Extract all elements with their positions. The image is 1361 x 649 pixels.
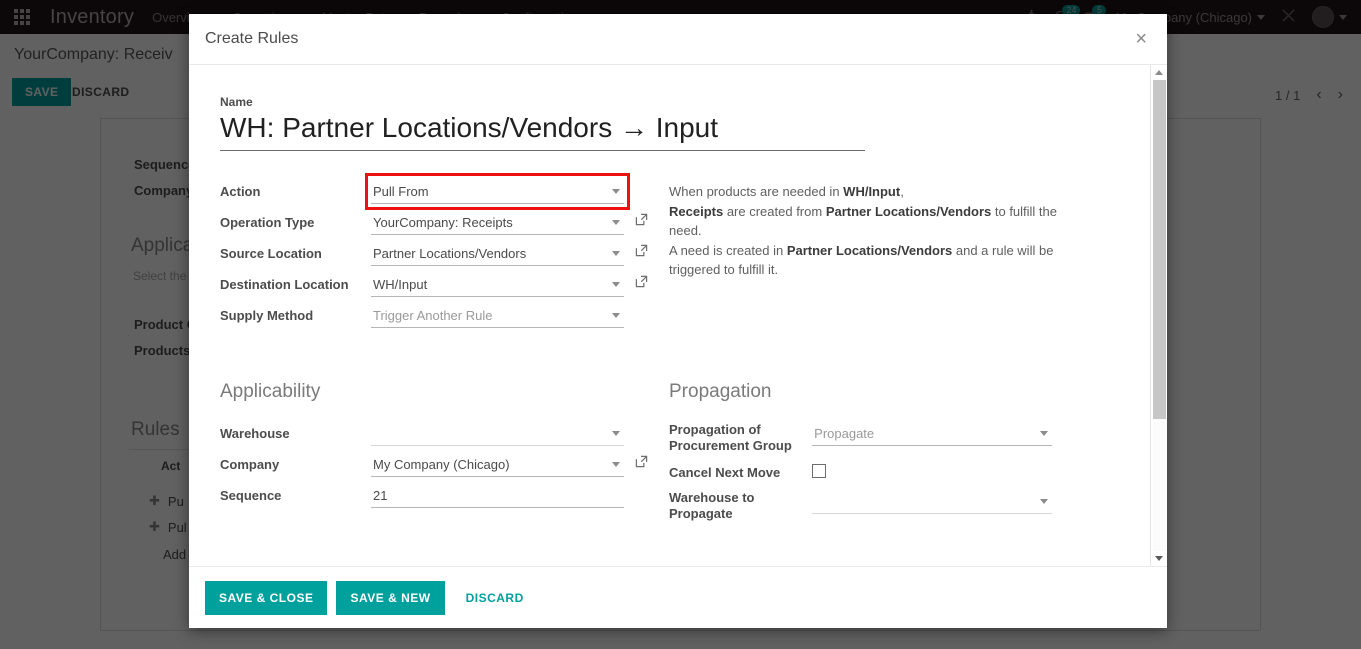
dialog-scrollbar[interactable] <box>1150 65 1167 566</box>
warehouse-to-propagate-select-wrapper <box>812 489 1052 514</box>
company-select[interactable]: My Company (Chicago) <box>371 452 624 477</box>
field-row-source-location: Source Location Partner Locations/Vendor… <box>220 241 648 266</box>
label-operation-type: Operation Type <box>220 215 315 230</box>
label-action: Action <box>220 184 261 199</box>
warehouse-to-propagate-select[interactable] <box>812 489 1052 514</box>
sequence-input-wrapper: 21 <box>371 483 624 508</box>
secondary-sections-row: Applicability Warehouse Company My Compa… <box>220 381 1149 528</box>
name-input[interactable] <box>220 112 865 151</box>
label-company: Company <box>220 457 280 472</box>
operation-type-select[interactable]: YourCompany: Receipts <box>371 210 624 235</box>
scrollbar-track[interactable] <box>1152 80 1166 551</box>
label-destination-location: Destination Location <box>220 277 349 292</box>
label-supply-method: Supply Method <box>220 308 314 323</box>
operation-type-select-wrapper: YourCompany: Receipts <box>371 210 648 235</box>
scroll-down-arrow-icon[interactable] <box>1155 551 1163 566</box>
field-row-operation-type: Operation Type YourCompany: Receipts <box>220 210 648 235</box>
help-line-2: Receipts are created from Partner Locati… <box>669 202 1061 241</box>
help-line-2-mid: are created from <box>723 203 826 219</box>
dialog-body: Name Action Pull From Operation Type <box>189 65 1167 567</box>
rule-help-text: When products are needed in WH/Input, Re… <box>669 179 1061 280</box>
label-warehouse-to-propagate: Warehouse to Propagate <box>669 490 755 521</box>
supply-method-select[interactable]: Trigger Another Rule <box>371 303 624 328</box>
label-source-location: Source Location <box>220 246 322 261</box>
company-select-wrapper: My Company (Chicago) <box>371 452 648 477</box>
source-location-select[interactable]: Partner Locations/Vendors <box>371 241 624 266</box>
label-cancel-next-move: Cancel Next Move <box>669 465 781 480</box>
propagation-group-select-wrapper: Propagate <box>812 421 1052 446</box>
field-row-sequence: Sequence 21 <box>220 483 632 508</box>
source-location-select-wrapper: Partner Locations/Vendors <box>371 241 648 266</box>
chevron-down-icon <box>612 251 620 256</box>
help-line-3-prefix: A need is created in <box>669 242 787 258</box>
external-link-icon[interactable] <box>635 213 648 231</box>
supply-method-select-wrapper: Trigger Another Rule <box>371 303 624 328</box>
chevron-down-icon <box>612 313 620 318</box>
dialog-header: Create Rules × <box>189 14 1167 65</box>
chevron-down-icon <box>612 189 620 194</box>
external-link-icon[interactable] <box>635 275 648 293</box>
external-link-icon[interactable] <box>635 455 648 473</box>
dialog-title: Create Rules <box>205 30 299 47</box>
label-warehouse: Warehouse <box>220 426 290 441</box>
propagation-heading: Propagation <box>669 381 772 402</box>
close-icon[interactable]: × <box>1131 27 1151 51</box>
external-link-icon[interactable] <box>635 244 648 262</box>
chevron-down-icon <box>612 220 620 225</box>
field-row-warehouse-to-propagate: Warehouse to Propagate <box>669 489 1052 522</box>
applicability-heading: Applicability <box>220 381 321 402</box>
label-sequence: Sequence <box>220 488 282 503</box>
destination-location-select[interactable]: WH/Input <box>371 272 624 297</box>
help-line-2-operation: Receipts <box>669 203 724 219</box>
save-and-close-button[interactable]: SAVE & CLOSE <box>205 580 328 615</box>
create-rules-dialog: Create Rules × Name Action Pull From <box>189 14 1167 628</box>
name-label: Name <box>220 95 253 109</box>
help-line-3: A need is created in Partner Locations/V… <box>669 241 1061 280</box>
field-row-cancel-next-move: Cancel Next Move <box>669 460 1052 483</box>
warehouse-select[interactable] <box>371 421 624 446</box>
help-line-1-location: WH/Input <box>843 184 901 199</box>
chevron-down-icon <box>1040 431 1048 436</box>
chevron-down-icon <box>612 282 620 287</box>
dialog-footer: SAVE & CLOSE SAVE & NEW DISCARD <box>189 567 1167 628</box>
cancel-next-move-checkbox[interactable] <box>812 464 827 478</box>
discard-button[interactable]: DISCARD <box>454 581 536 615</box>
field-row-warehouse: Warehouse <box>220 421 632 446</box>
primary-fields-right: When products are needed in WH/Input, Re… <box>632 179 1057 334</box>
help-line-1-suffix: , <box>900 184 904 199</box>
save-and-new-button[interactable]: SAVE & NEW <box>336 580 445 615</box>
scrollbar-thumb[interactable] <box>1152 80 1166 420</box>
chevron-down-icon <box>1040 499 1048 504</box>
help-line-1-prefix: When products are needed in <box>669 184 844 199</box>
applicability-section: Applicability Warehouse Company My Compa… <box>220 381 648 528</box>
chevron-down-icon <box>612 462 620 467</box>
propagation-group-select[interactable]: Propagate <box>812 421 1052 446</box>
warehouse-select-wrapper <box>371 421 624 446</box>
field-row-company: Company My Company (Chicago) <box>220 452 648 477</box>
help-line-3-source: Partner Locations/Vendors <box>786 242 953 258</box>
field-row-action: Action Pull From <box>220 173 632 210</box>
field-row-supply-method: Supply Method Trigger Another Rule <box>220 303 632 328</box>
scroll-up-arrow-icon[interactable] <box>1155 65 1163 80</box>
label-propagation-of-procurement-group: Propagation of Procurement Group <box>669 422 792 453</box>
primary-fields-left: Action Pull From Operation Type YourComp… <box>220 173 648 334</box>
help-line-1: When products are needed in WH/Input, <box>669 182 1061 202</box>
cancel-next-move-wrapper <box>812 460 1052 483</box>
primary-fields-row: Action Pull From Operation Type YourComp… <box>220 173 1149 334</box>
propagation-section: Propagation Propagation of Procurement G… <box>632 381 1052 528</box>
dialog-form: Name Action Pull From Operation Type <box>189 65 1149 566</box>
name-field-group: Name <box>220 95 1149 151</box>
chevron-down-icon <box>612 431 620 436</box>
field-row-destination-location: Destination Location WH/Input <box>220 272 648 297</box>
field-row-propagation-of-procurement-group: Propagation of Procurement Group Propaga… <box>669 421 1052 454</box>
sequence-input[interactable]: 21 <box>371 483 624 508</box>
destination-location-select-wrapper: WH/Input <box>371 272 648 297</box>
action-select-wrapper: Pull From <box>365 173 630 210</box>
action-select[interactable]: Pull From <box>371 179 624 204</box>
help-line-2-source: Partner Locations/Vendors <box>825 203 992 219</box>
